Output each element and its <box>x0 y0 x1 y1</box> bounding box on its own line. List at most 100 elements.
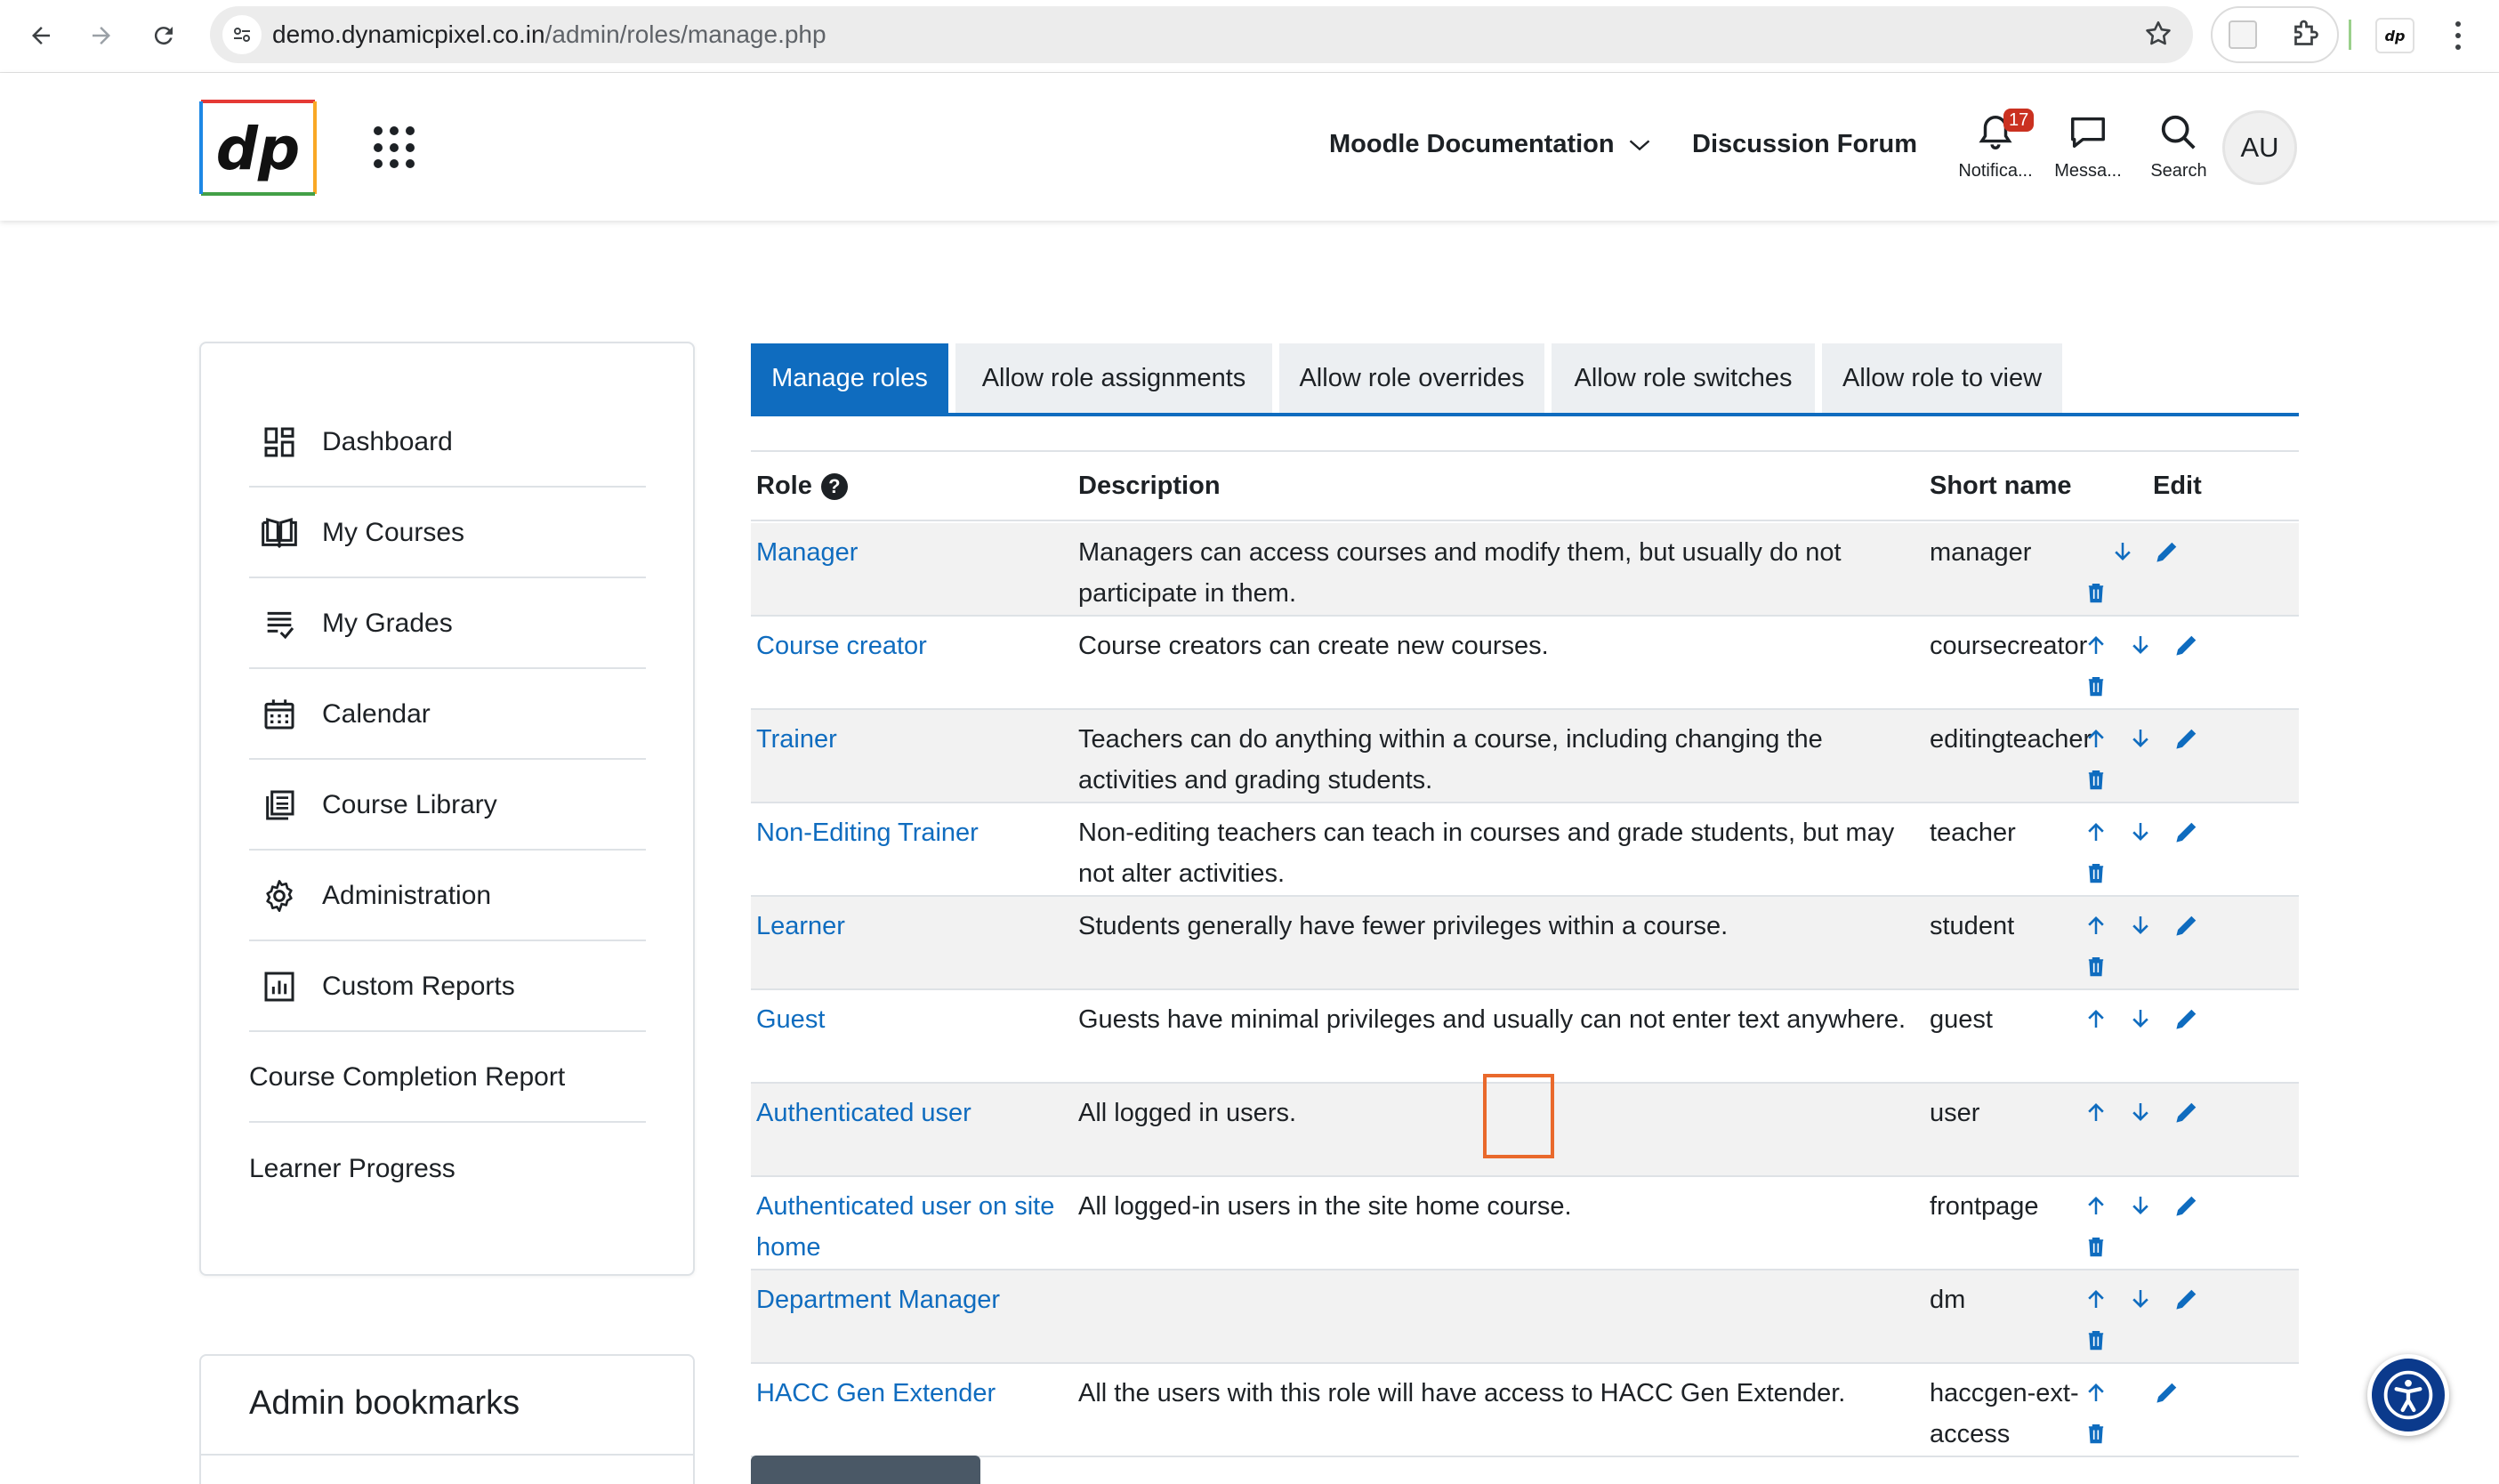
back-icon[interactable] <box>16 11 66 60</box>
role-link[interactable]: Authenticated user on site home <box>756 1186 1068 1268</box>
move-down-arrow-icon[interactable] <box>2105 534 2140 569</box>
sidebar-item-my-courses[interactable]: My Courses <box>249 489 646 578</box>
sidebar-item-course-completion-report[interactable]: Course Completion Report <box>249 1034 646 1123</box>
tab-allow-role-overrides[interactable]: Allow role overrides <box>1279 343 1544 413</box>
edit-pencil-icon[interactable] <box>2149 1375 2185 1410</box>
tab-allow-role-to-view[interactable]: Allow role to view <box>1822 343 2062 413</box>
edit-pencil-icon[interactable] <box>2169 721 2205 756</box>
edit-pencil-icon[interactable] <box>2169 907 2205 943</box>
address-bar[interactable]: demo.dynamicpixel.co.in/admin/roles/mana… <box>210 6 2193 63</box>
divider <box>201 1454 693 1456</box>
extension-icon[interactable] <box>2229 20 2257 49</box>
delete-trash-icon[interactable] <box>2078 1415 2114 1451</box>
nav-moodle-documentation[interactable]: Moodle Documentation <box>1329 130 1652 159</box>
accessibility-icon[interactable] <box>2367 1354 2449 1436</box>
role-link[interactable]: Learner <box>756 906 1068 947</box>
tab-allow-role-switches[interactable]: Allow role switches <box>1552 343 1815 413</box>
messages-label: Messa... <box>2054 161 2122 181</box>
messages-button[interactable]: Messa... <box>2039 112 2137 181</box>
apps-grid-icon[interactable] <box>374 126 416 169</box>
edit-pencil-icon[interactable] <box>2169 1001 2205 1036</box>
reload-icon[interactable] <box>139 11 189 60</box>
role-link[interactable]: HACC Gen Extender <box>756 1373 1068 1414</box>
delete-trash-icon[interactable] <box>2078 668 2114 704</box>
move-up-arrow-icon[interactable] <box>2078 1281 2114 1317</box>
move-down-arrow-icon[interactable] <box>2123 1281 2158 1317</box>
role-link[interactable]: Course creator <box>756 625 1068 666</box>
role-link[interactable]: Guest <box>756 999 1068 1040</box>
move-down-arrow-icon[interactable] <box>2123 1188 2158 1223</box>
move-down-arrow-icon[interactable] <box>2123 1001 2158 1036</box>
sidebar-item-custom-reports[interactable]: Custom Reports <box>249 943 646 1032</box>
user-avatar[interactable]: AU <box>2222 110 2297 185</box>
move-down-arrow-icon[interactable] <box>2123 1094 2158 1130</box>
sidebar-item-administration[interactable]: Administration <box>249 852 646 941</box>
delete-trash-icon[interactable] <box>2078 1322 2114 1358</box>
table-row: Authenticated user on site home All logge… <box>751 1177 2299 1270</box>
edit-pencil-icon[interactable] <box>2169 1281 2205 1317</box>
bookmark-star-icon[interactable] <box>2143 19 2173 53</box>
column-header-edit: Edit <box>2153 472 2202 500</box>
nav-discussion-forum[interactable]: Discussion Forum <box>1692 130 1917 159</box>
role-link[interactable]: Manager <box>756 532 1068 573</box>
help-icon[interactable]: ? <box>820 472 848 500</box>
add-new-role-button[interactable] <box>751 1456 980 1484</box>
role-description: Course creators can create new courses. <box>1078 632 1549 660</box>
delete-trash-icon[interactable] <box>2078 855 2114 891</box>
move-down-arrow-icon[interactable] <box>2123 721 2158 756</box>
role-link[interactable]: Authenticated user <box>756 1093 1068 1133</box>
sidebar-item-calendar[interactable]: Calendar <box>249 671 646 760</box>
move-down-arrow-icon[interactable] <box>2123 814 2158 850</box>
role-link[interactable]: Department Manager <box>756 1279 1068 1320</box>
move-up-arrow-icon[interactable] <box>2078 1375 2114 1410</box>
roles-tabs: Manage roles Allow role assignments Allo… <box>751 343 2299 416</box>
search-button[interactable]: Search <box>2130 112 2228 181</box>
sidebar-item-course-library[interactable]: Course Library <box>249 762 646 851</box>
edit-pencil-icon[interactable] <box>2149 534 2185 569</box>
role-description: Managers can access courses and modify t… <box>1078 538 1842 608</box>
delete-trash-icon[interactable] <box>2078 1229 2114 1264</box>
site-info-icon[interactable] <box>222 15 262 54</box>
edit-pencil-icon[interactable] <box>2169 627 2205 663</box>
delete-trash-icon[interactable] <box>2078 762 2114 797</box>
move-up-arrow-icon[interactable] <box>2078 1188 2114 1223</box>
role-link[interactable]: Trainer <box>756 719 1068 760</box>
table-row: Manager Managers can access courses and m… <box>751 523 2299 617</box>
edit-pencil-icon[interactable] <box>2169 814 2205 850</box>
site-logo[interactable]: dp <box>199 100 317 196</box>
role-link[interactable]: Non-Editing Trainer <box>756 812 1068 853</box>
sidebar-item-my-grades[interactable]: My Grades <box>249 580 646 669</box>
tab-manage-roles[interactable]: Manage roles <box>751 343 948 413</box>
role-description: Non-editing teachers can teach in course… <box>1078 819 1895 888</box>
table-row: Department Manager dm <box>751 1270 2299 1364</box>
column-header-short-name: Short name <box>1930 472 2072 500</box>
move-up-arrow-icon[interactable] <box>2078 721 2114 756</box>
url-host: demo.dynamicpixel.co.in <box>272 20 545 48</box>
column-header-role-label: Role <box>756 472 812 500</box>
role-description: Students generally have fewer privileges… <box>1078 912 1729 940</box>
move-up-arrow-icon[interactable] <box>2078 814 2114 850</box>
search-icon <box>2161 115 2196 149</box>
sidebar-item-dashboard[interactable]: Dashboard <box>249 399 646 488</box>
notifications-button[interactable]: 17 Notifica... <box>1947 109 2044 181</box>
profile-icon[interactable]: dp <box>2375 18 2414 53</box>
forward-icon[interactable] <box>77 11 126 60</box>
edit-pencil-icon[interactable] <box>2169 1188 2205 1223</box>
table-row: HACC Gen Extender All the users with this… <box>751 1364 2299 1457</box>
move-up-arrow-icon[interactable] <box>2078 1094 2114 1130</box>
toolbar-separator <box>2349 20 2351 50</box>
move-down-arrow-icon[interactable] <box>2123 907 2158 943</box>
sidebar-item-learner-progress[interactable]: Learner Progress <box>249 1125 646 1214</box>
move-up-arrow-icon[interactable] <box>2078 1001 2114 1036</box>
tab-allow-role-assignments[interactable]: Allow role assignments <box>955 343 1272 413</box>
library-icon <box>258 784 301 827</box>
move-up-arrow-icon[interactable] <box>2078 907 2114 943</box>
column-header-role: Role ? <box>756 472 848 501</box>
move-down-arrow-icon[interactable] <box>2123 627 2158 663</box>
puzzle-icon[interactable] <box>2289 19 2321 55</box>
delete-trash-icon[interactable] <box>2078 948 2114 984</box>
move-up-arrow-icon[interactable] <box>2078 627 2114 663</box>
delete-trash-icon[interactable] <box>2078 575 2114 610</box>
menu-kebab-icon[interactable] <box>2445 18 2471 53</box>
edit-pencil-icon[interactable] <box>2169 1094 2205 1130</box>
